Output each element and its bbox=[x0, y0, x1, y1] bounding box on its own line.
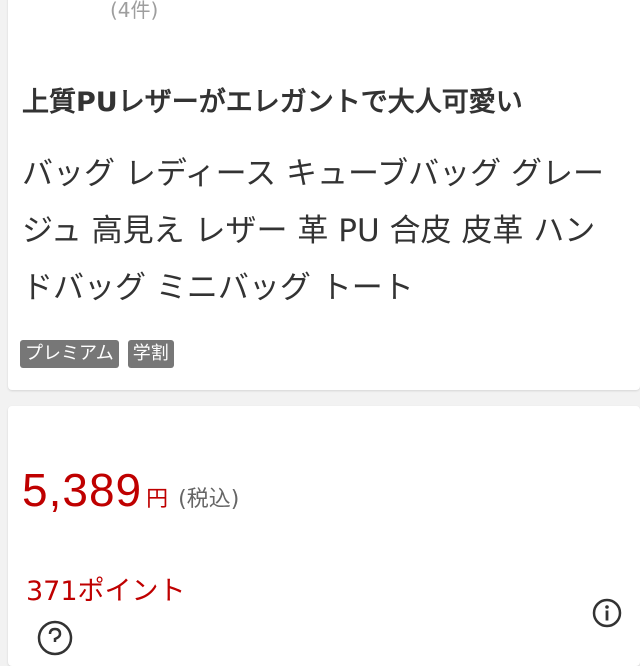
points-label: 371ポイント bbox=[26, 576, 186, 607]
tag-list: プレミアム 学割 bbox=[20, 340, 174, 368]
product-name: バッグ レディース キューブバッグ グレージュ 高見え レザー 革 PU 合皮 … bbox=[22, 156, 604, 306]
price-unit: 円 bbox=[146, 487, 169, 512]
tax-note: (税込) bbox=[178, 487, 240, 512]
review-count[interactable]: (4件) bbox=[110, 0, 158, 20]
tag-premium: プレミアム bbox=[20, 340, 119, 368]
price-card bbox=[8, 406, 640, 666]
info-icon[interactable] bbox=[592, 598, 622, 628]
product-catchcopy: 上質PUレザーがエレガントで大人可愛い bbox=[22, 87, 523, 118]
price-value: 5,389 bbox=[22, 464, 143, 516]
tag-student-discount: 学割 bbox=[127, 340, 174, 368]
help-icon[interactable] bbox=[37, 620, 73, 656]
price-row: 5,389 円 (税込) bbox=[22, 462, 239, 518]
